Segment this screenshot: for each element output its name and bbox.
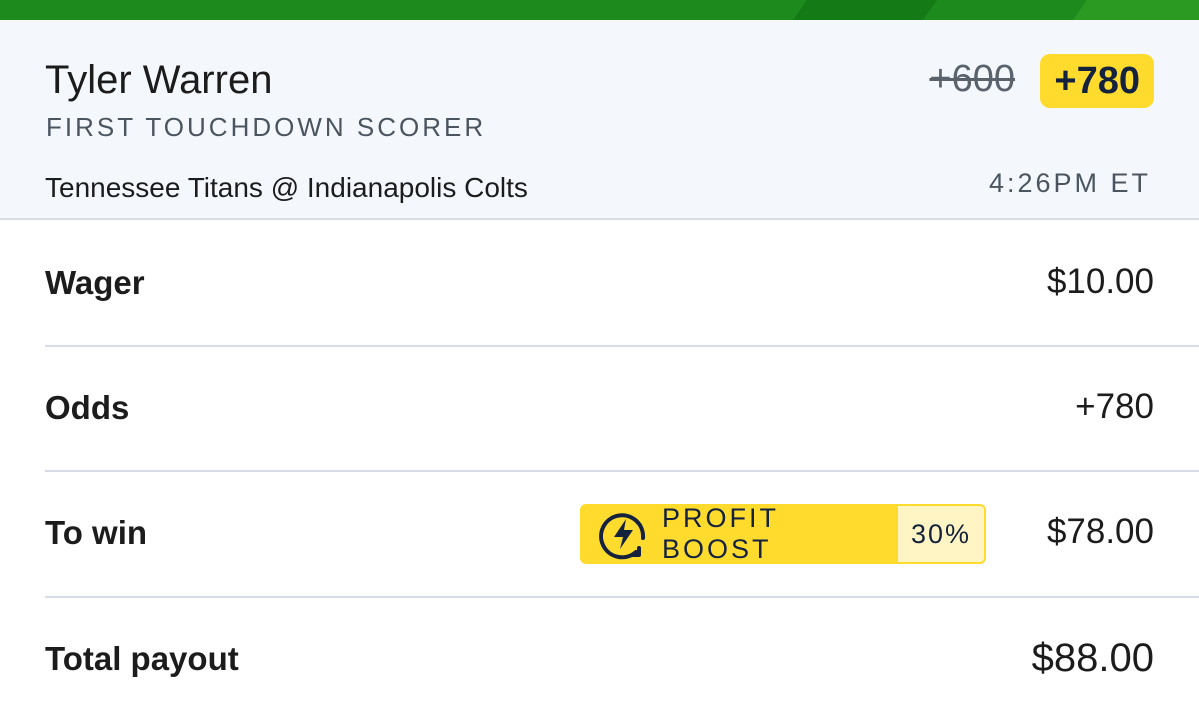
to-win-label: To win bbox=[45, 514, 148, 551]
wager-value: $10.00 bbox=[1046, 262, 1154, 301]
odds-value: +780 bbox=[1075, 387, 1154, 426]
original-odds: +600 bbox=[929, 58, 1015, 100]
to-win-value: $78.00 bbox=[1046, 512, 1154, 551]
game-time: 4:26PM ET bbox=[988, 168, 1151, 198]
profit-boost-percent: 30% bbox=[898, 506, 984, 562]
market-name: FIRST TOUCHDOWN SCORER bbox=[46, 112, 487, 142]
total-payout-value: $88.00 bbox=[1031, 636, 1154, 680]
profit-boost-badge: PROFIT BOOST 30% bbox=[580, 504, 986, 564]
wager-row: Wager $10.00 bbox=[45, 222, 1154, 346]
brand-bar-accent bbox=[785, 0, 945, 20]
player-name: Tyler Warren bbox=[45, 58, 273, 102]
brand-bar-accent bbox=[1065, 0, 1199, 20]
lightning-bolt-icon bbox=[599, 513, 646, 560]
game-matchup: Tennessee Titans @ Indianapolis Colts bbox=[45, 172, 528, 203]
odds-label: Odds bbox=[45, 389, 130, 426]
total-payout-row: Total payout $88.00 bbox=[45, 598, 1154, 722]
boosted-odds-badge: +780 bbox=[1040, 54, 1154, 108]
bet-header: Tyler Warren FIRST TOUCHDOWN SCORER Tenn… bbox=[0, 20, 1199, 220]
total-payout-label: Total payout bbox=[45, 640, 239, 677]
profit-boost-label: PROFIT BOOST bbox=[662, 504, 779, 564]
odds-row: Odds +780 bbox=[45, 347, 1154, 471]
wager-label: Wager bbox=[45, 264, 145, 301]
top-brand-bar bbox=[0, 0, 1199, 20]
